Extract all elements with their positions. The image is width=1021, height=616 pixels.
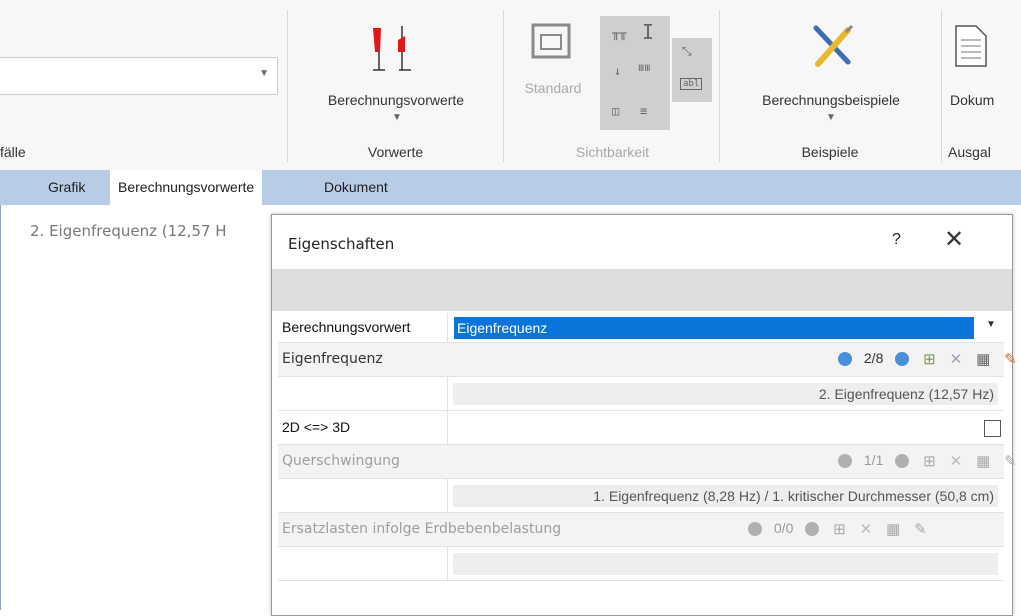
tab-bar: Grafik Berechnungsvorwerte Dokument [0, 170, 1021, 205]
resize-icon[interactable]: ⤡ [682, 44, 692, 59]
add-icon[interactable]: ⊞ [833, 520, 846, 538]
tab-dokument[interactable]: Dokument [316, 170, 396, 205]
reinforcement-icon[interactable]: ◫ [612, 104, 619, 118]
tools-icon [813, 24, 854, 67]
2d-3d-label: 2D <=> 3D [282, 419, 351, 435]
window-icon [531, 23, 571, 59]
section-header: Eigenfrequenz 2/8 ⊞ ✕ ▦ ✎ [278, 343, 1017, 377]
group-label-lastfaelle: fälle [0, 144, 26, 160]
berechnungsbeispiele-label: Berechnungsbeispiele [762, 92, 900, 108]
group-label-ausgabe: Ausgal [948, 144, 991, 160]
separator [287, 10, 288, 162]
dokument-button[interactable]: Dokum [944, 12, 1021, 132]
group-label-vorwerte: Vorwerte [367, 144, 424, 160]
dialog-title: Eigenschaften [288, 235, 395, 253]
align-icon[interactable]: ≡ [640, 104, 647, 118]
record-counter: 1/1 [863, 452, 884, 468]
dimension-icon[interactable]: ╥╥ [612, 26, 626, 40]
2d-3d-checkbox[interactable] [984, 420, 1001, 437]
content-text: 2. Eigenfrequenz (12,57 H [30, 222, 227, 240]
next-icon[interactable] [895, 454, 910, 469]
dokument-label: Dokum [950, 92, 995, 108]
group-label-beispiele: Beispiele [801, 144, 859, 160]
table-icon[interactable]: ▦ [976, 452, 990, 470]
close-icon[interactable]: ✕ [944, 225, 964, 254]
record-navigator: 1/1 ⊞ ✕ ▦ ✎ [838, 452, 1017, 470]
properties-dialog: Eigenschaften ? ✕ Berechnungsvorwert Eig… [271, 214, 1017, 616]
berechnungsvorwerte-button[interactable]: Berechnungsvorwerte ▼ [290, 12, 502, 132]
record-counter: 2/8 [863, 350, 884, 366]
edit-icon[interactable]: ✎ [1004, 350, 1017, 368]
add-icon[interactable]: ⊞ [923, 350, 936, 368]
add-icon[interactable]: ⊞ [923, 452, 936, 470]
record-counter: 0/0 [773, 520, 794, 536]
arrow-down-icon[interactable]: ↓ [614, 64, 621, 78]
ersatzlasten-value[interactable] [453, 553, 998, 575]
delete-icon[interactable]: ✕ [860, 520, 873, 538]
visibility-options-panel-2: ⤡ abl [672, 38, 712, 102]
table-icon[interactable]: ▦ [976, 350, 990, 368]
separator [719, 10, 720, 162]
section-title-ersatzlasten: Ersatzlasten infolge Erdbebenbelastung [282, 521, 562, 537]
eigenfrequenz-value[interactable]: 2. Eigenfrequenz (12,57 Hz) [453, 383, 998, 405]
document-icon [955, 25, 987, 67]
section-title-eigenfrequenz: Eigenfrequenz [282, 351, 383, 367]
tab-grafik[interactable]: Grafik [40, 170, 93, 205]
flag-markers-icon [373, 26, 411, 71]
textbox-icon[interactable]: abl [680, 78, 703, 90]
berechnungsvorwert-select[interactable]: Eigenfrequenz [454, 317, 974, 339]
property-row: 2D <=> 3D [278, 411, 1004, 445]
chevron-down-icon: ▼ [826, 112, 836, 123]
prev-icon[interactable] [838, 352, 852, 367]
ribbon: ▼ fälle Berechnungsvorwerte ▼ Vorwerte S… [0, 0, 1021, 171]
label-cell: Berechnungsvorwert [278, 313, 448, 342]
text-cursor-icon[interactable]: I [642, 20, 654, 44]
chevron-down-icon[interactable]: ▼ [986, 319, 996, 330]
prev-icon[interactable] [838, 454, 852, 469]
record-navigator: 2/8 ⊞ ✕ ▦ ✎ [838, 350, 1017, 368]
record-navigator: 0/0 ⊞ ✕ ▦ ✎ [748, 520, 927, 538]
berechnungsvorwert-label: Berechnungsvorwert [282, 319, 411, 335]
chevron-down-icon[interactable]: ▼ [259, 68, 269, 79]
next-icon[interactable] [895, 352, 910, 367]
edit-icon[interactable]: ✎ [1004, 452, 1017, 470]
visibility-options-panel: ╥╥ I ↓ ⅢⅢ ◫ ≡ [600, 16, 670, 130]
prev-icon[interactable] [748, 522, 762, 537]
help-icon[interactable]: ? [892, 231, 901, 249]
property-row: 1. Eigenfrequenz (8,28 Hz) / 1. kritisch… [278, 479, 1004, 513]
label-cell [278, 479, 448, 512]
delete-icon[interactable]: ✕ [950, 452, 963, 470]
property-row [278, 547, 1004, 581]
label-cell: 2D <=> 3D [278, 411, 448, 444]
dialog-toolbar [272, 269, 1012, 311]
berechnungsvorwerte-label: Berechnungsvorwerte [327, 92, 465, 108]
tab-berechnungsvorwerte[interactable]: Berechnungsvorwerte [110, 170, 263, 205]
load-case-combo[interactable]: ▼ [0, 57, 278, 95]
label-cell [278, 547, 448, 580]
delete-icon[interactable]: ✕ [950, 350, 963, 368]
section-title-querschwingung: Querschwingung [282, 453, 400, 469]
property-row: 2. Eigenfrequenz (12,57 Hz) [278, 377, 1004, 411]
querschwingung-value[interactable]: 1. Eigenfrequenz (8,28 Hz) / 1. kritisch… [453, 485, 998, 507]
table-icon[interactable]: ▦ [886, 520, 900, 538]
number-format-icon[interactable]: ⅢⅢ [638, 64, 650, 74]
group-label-sichtbarkeit: Sichtbarkeit [575, 144, 650, 160]
section-header: Querschwingung 1/1 ⊞ ✕ ▦ ✎ [278, 445, 1017, 479]
chevron-down-icon: ▼ [392, 112, 402, 123]
separator [941, 10, 942, 162]
berechnungsbeispiele-button[interactable]: Berechnungsbeispiele ▼ [722, 12, 940, 132]
standard-button[interactable]: Standard [508, 14, 598, 124]
edit-icon[interactable]: ✎ [914, 520, 927, 538]
label-cell [278, 377, 448, 410]
standard-label: Standard [524, 80, 582, 96]
property-row: Berechnungsvorwert Eigenfrequenz ▼ [278, 313, 1004, 343]
next-icon[interactable] [805, 522, 820, 537]
section-header: Ersatzlasten infolge Erdbebenbelastung 0… [278, 513, 1004, 547]
separator [503, 10, 504, 162]
